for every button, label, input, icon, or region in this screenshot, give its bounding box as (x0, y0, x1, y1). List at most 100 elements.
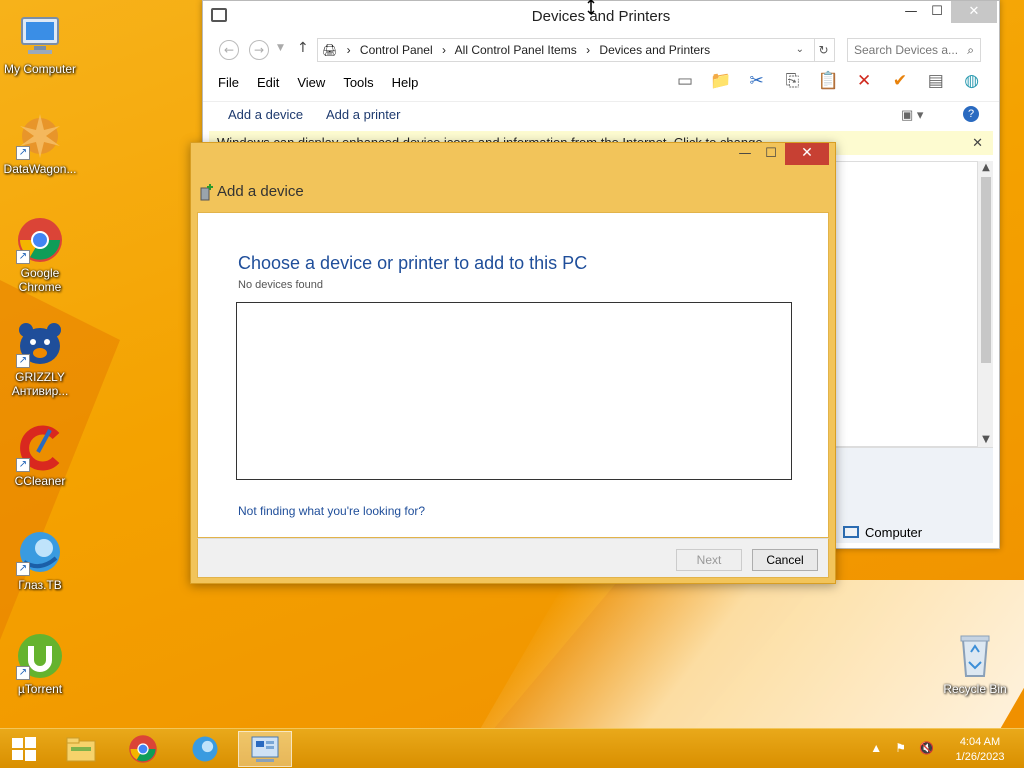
folder-icon (66, 737, 96, 762)
chevron-down-icon[interactable]: ⌄ (796, 39, 804, 61)
desktop-icon-google-chrome[interactable]: ↗ Google Chrome (0, 216, 80, 294)
window-titlebar[interactable]: Devices and Printers — ☐ ✕ (203, 1, 999, 31)
glaz-tv-icon: ↗ (16, 528, 64, 576)
properties-icon[interactable]: ▤ (924, 71, 948, 93)
vertical-scrollbar[interactable]: ▲ ▼ (977, 161, 993, 447)
scrollbar-thumb[interactable] (981, 177, 991, 363)
paste-icon[interactable]: 📋 (816, 71, 840, 93)
scroll-up-icon[interactable]: ▲ (978, 161, 994, 175)
computer-icon (843, 526, 859, 538)
layout-icon[interactable]: ▭ (673, 71, 697, 93)
printer-small-icon: 🖨 (322, 43, 338, 57)
scroll-down-icon[interactable]: ▼ (978, 433, 994, 447)
clock-time: 4:04 AM (959, 736, 1001, 748)
search-input[interactable]: Search Devices a... ⌕ (847, 38, 981, 62)
search-status: No devices found (238, 279, 323, 291)
next-button[interactable]: Next (676, 549, 742, 571)
desktop-icon-label: My Computer (3, 62, 77, 76)
refresh-button[interactable]: ↻ (813, 38, 835, 62)
menu-edit[interactable]: Edit (248, 71, 288, 94)
desktop-icon-recycle-bin[interactable]: Recycle Bin (935, 632, 1015, 696)
cancel-button[interactable]: Cancel (752, 549, 818, 571)
checkmark-icon[interactable]: ✔ (888, 71, 912, 93)
forward-button[interactable]: → (249, 40, 269, 60)
computer-status-item[interactable]: Computer (843, 525, 922, 540)
clock-date: 1/26/2023 (955, 751, 1005, 763)
volume-muted-icon[interactable]: 🔇 (919, 741, 934, 755)
minimize-button[interactable]: — (731, 143, 759, 165)
recycle-bin-icon (951, 632, 999, 680)
add-device-icon (199, 183, 213, 201)
cut-icon[interactable]: ✂ (745, 71, 769, 93)
desktop-icon-grizzly[interactable]: ↗ GRIZZLY Антивир... (0, 320, 80, 398)
ccleaner-icon: ↗ (16, 424, 64, 472)
shortcut-arrow-icon: ↗ (16, 354, 30, 368)
tray-icons: ▲ ⚑ 🔇 (860, 741, 934, 755)
desktop-icon-glaz-tv[interactable]: ↗ Глаз.ТВ (0, 528, 80, 592)
desktop-icon-utorrent[interactable]: ↗ µTorrent (0, 632, 80, 696)
chrome-icon (129, 735, 157, 763)
shortcut-arrow-icon: ↗ (16, 146, 30, 160)
chrome-icon: ↗ (16, 216, 64, 264)
desktop-icon-label: µTorrent (17, 682, 63, 696)
close-button[interactable]: ✕ (785, 143, 829, 165)
shortcut-arrow-icon: ↗ (16, 250, 30, 264)
maximize-button[interactable]: ☐ (757, 143, 785, 165)
address-box[interactable]: 🖨 › Control Panel › All Control Panel It… (317, 38, 815, 62)
menu-file[interactable]: File (209, 71, 248, 94)
taskbar-chrome[interactable] (116, 731, 170, 767)
address-bar: ← → ▼ ↑ 🖨 › Control Panel › All Control … (209, 37, 993, 63)
desktop-icon-label: DataWagon... (3, 162, 77, 176)
breadcrumb-devices-printers[interactable]: Devices and Printers (599, 43, 710, 57)
breadcrumb-control-panel[interactable]: Control Panel (360, 43, 433, 57)
maximize-button[interactable]: ☐ (923, 1, 951, 23)
close-button[interactable]: ✕ (951, 1, 997, 23)
globe-icon[interactable]: ◍ (960, 71, 984, 93)
minimize-button[interactable]: — (897, 1, 925, 23)
not-finding-link[interactable]: Not finding what you're looking for? (238, 504, 425, 518)
up-icon[interactable]: ↑ (297, 40, 309, 56)
datawagon-icon: ↗ (16, 112, 64, 160)
shortcut-arrow-icon: ↗ (16, 666, 30, 680)
breadcrumb-all-items[interactable]: All Control Panel Items (455, 43, 577, 57)
add-device-command[interactable]: Add a device (228, 107, 303, 122)
windows-logo-icon (12, 737, 36, 761)
view-options-icon[interactable]: ▣ ▾ (901, 107, 923, 123)
desktop-icon-label: Google Chrome (18, 266, 62, 294)
dialog-content: Choose a device or printer to add to thi… (197, 212, 829, 538)
search-icon: ⌕ (967, 43, 974, 57)
desktop-icon-my-computer[interactable]: My Computer (0, 12, 80, 76)
help-icon[interactable]: ? (963, 106, 979, 122)
menu-tools[interactable]: Tools (334, 71, 382, 94)
menu-help[interactable]: Help (383, 71, 428, 94)
device-list-box[interactable] (236, 302, 792, 480)
folder-options-icon[interactable]: 📁 (709, 71, 733, 93)
taskbar-glaz-tv[interactable] (178, 731, 232, 767)
clock[interactable]: 4:04 AM 1/26/2023 (950, 735, 1010, 765)
menu-bar: File Edit View Tools Help (209, 71, 427, 97)
breadcrumb-separator: › (586, 43, 591, 57)
add-device-dialog: — ☐ ✕ Add a device Choose a device or pr… (190, 142, 836, 584)
close-icon[interactable]: ✕ (972, 131, 983, 155)
taskbar-control-panel[interactable] (238, 731, 292, 767)
add-printer-command[interactable]: Add a printer (326, 107, 400, 122)
show-hidden-icons-icon[interactable]: ▲ (870, 741, 882, 755)
desktop-icon-datawagon[interactable]: ↗ DataWagon... (0, 112, 80, 176)
computer-icon (16, 12, 64, 60)
desktop-icon-ccleaner[interactable]: ↗ CCleaner (0, 424, 80, 488)
desktop-icon-label: GRIZZLY Антивир... (11, 370, 69, 398)
command-bar: Add a device Add a printer ▣ ▾ ? (203, 101, 999, 129)
search-placeholder: Search Devices a... (854, 43, 959, 57)
back-button[interactable]: ← (219, 40, 239, 60)
delete-icon[interactable]: ✕ (852, 71, 876, 93)
taskbar-file-explorer[interactable] (54, 731, 108, 767)
menu-view[interactable]: View (288, 71, 334, 94)
network-icon[interactable]: ⚑ (895, 741, 906, 755)
dialog-titlebar[interactable]: — ☐ ✕ Add a device (191, 143, 835, 209)
desktop-icon-label: Глаз.ТВ (18, 578, 62, 592)
recent-pages-icon[interactable]: ▼ (277, 43, 284, 53)
start-button[interactable] (0, 731, 48, 767)
taskbar: ▲ ⚑ 🔇 4:04 AM 1/26/2023 (0, 728, 1024, 768)
copy-icon[interactable]: ⎘ (780, 71, 804, 93)
toolbar-icons: ▭ 📁 ✂ ⎘ 📋 ✕ ✔ ▤ ◍ (673, 71, 992, 97)
